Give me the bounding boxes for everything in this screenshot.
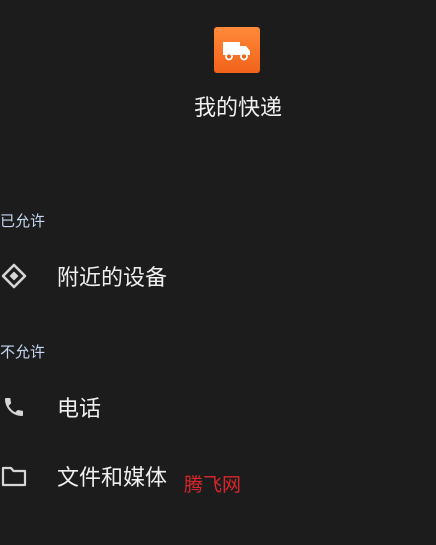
delivery-truck-icon [214,27,260,73]
phone-icon [0,393,28,421]
section-header-denied: 不允许 [0,343,46,361]
section-header-allowed: 已允许 [0,212,46,230]
permission-label: 附近的设备 [57,266,168,291]
nearby-devices-icon [0,262,28,290]
permission-label: 电话 [57,397,102,422]
app-name: 我的快递 [193,96,282,121]
permission-item-nearby-devices[interactable]: 附近的设备 [0,252,436,300]
app-permissions-screen: 我的快递 已允许 附近的设备 不允许 电话 文件和媒体 腾飞网 [0,0,436,545]
permission-item-phone[interactable]: 电话 [0,383,436,431]
watermark: 腾飞网 [184,474,242,496]
folder-icon [0,462,28,490]
permission-label: 文件和媒体 [57,466,168,491]
